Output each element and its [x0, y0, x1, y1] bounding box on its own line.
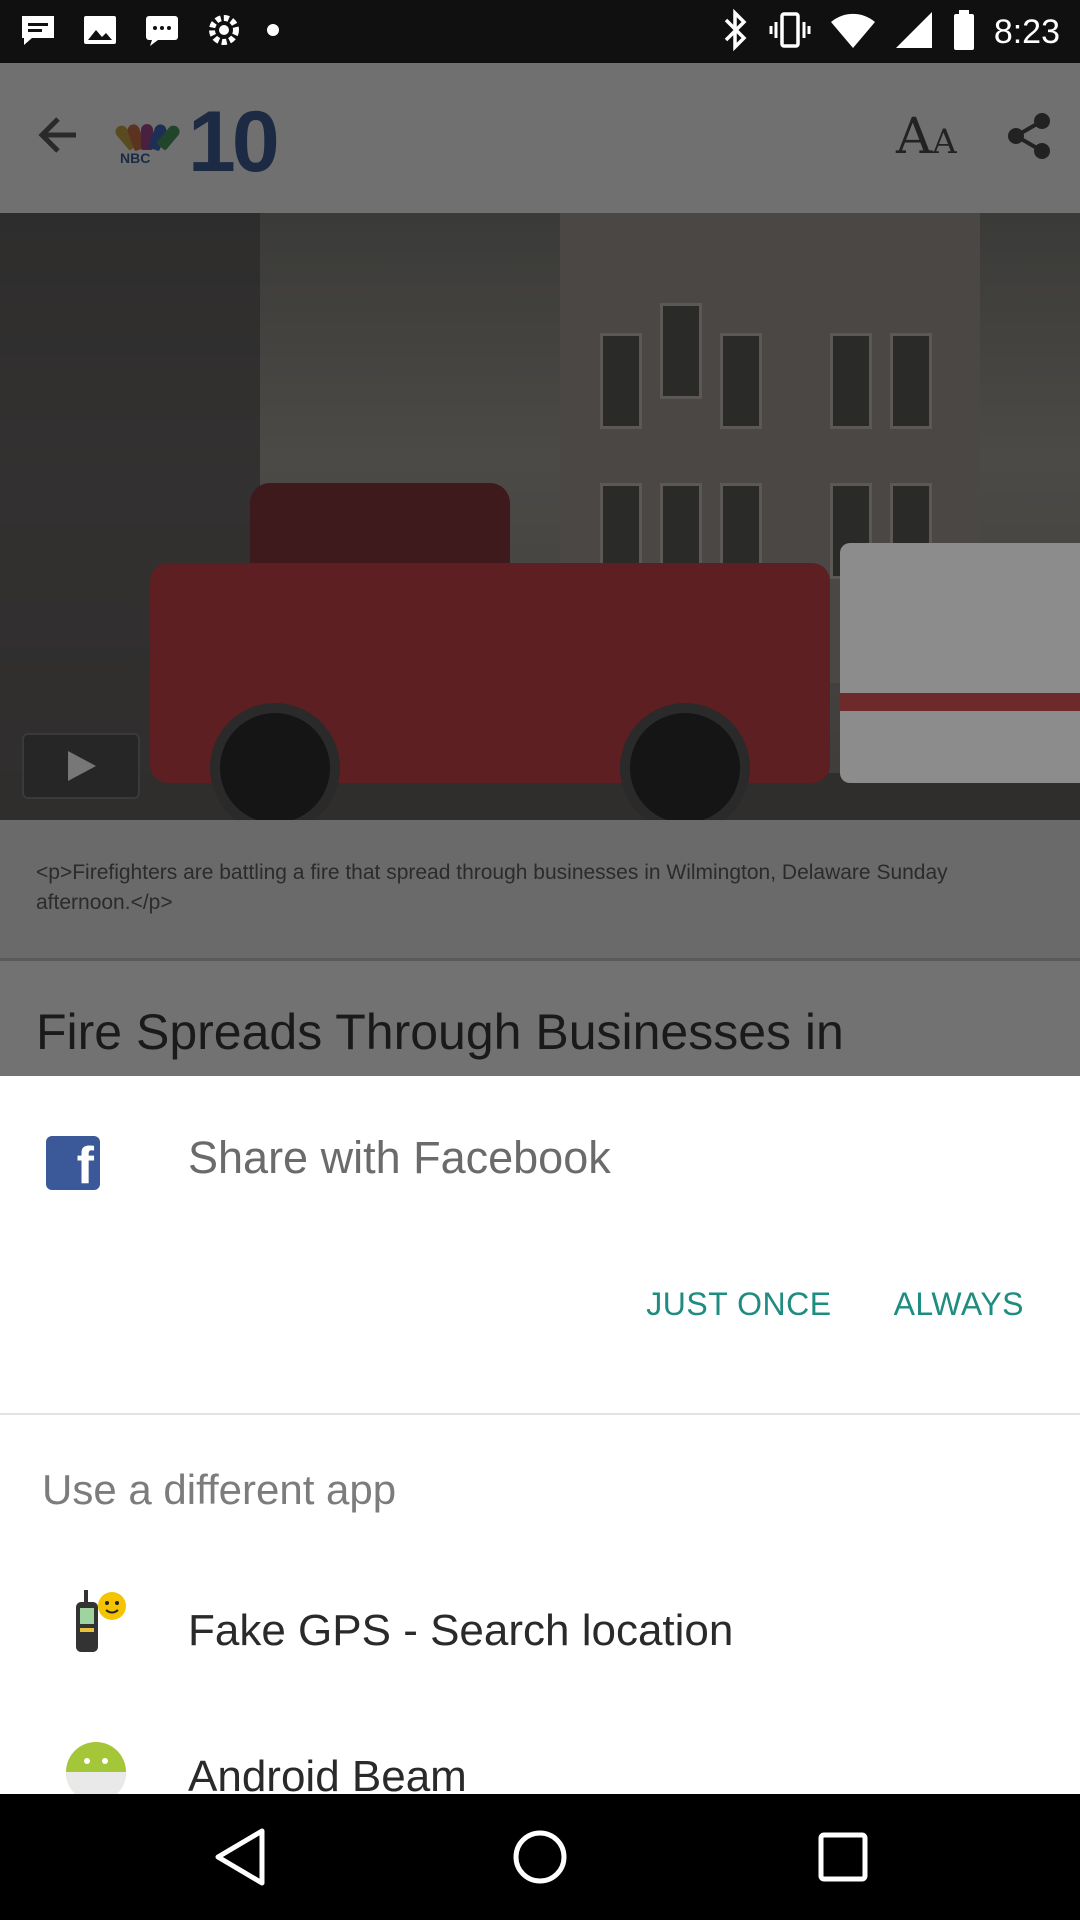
share-icon[interactable]	[1004, 111, 1054, 166]
bluetooth-icon	[720, 8, 750, 57]
just-once-button[interactable]: JUST ONCE	[630, 1274, 847, 1335]
article-hero-image[interactable]	[0, 213, 1080, 820]
app-item-fake-gps[interactable]: Fake GPS - Search location	[0, 1566, 1080, 1706]
play-icon	[68, 751, 96, 781]
recents-square-icon	[815, 1829, 871, 1890]
article-headline: Fire Spreads Through Businesses in Downt…	[36, 1004, 844, 1076]
app-item-label: Android Beam	[188, 1752, 467, 1794]
video-play-button[interactable]	[22, 733, 140, 799]
wifi-icon	[830, 10, 876, 55]
android-icon	[66, 1742, 126, 1794]
app-item-android-beam[interactable]: Android Beam	[0, 1712, 1080, 1794]
logo-small-text: NBC	[120, 150, 151, 166]
system-icons: 8:23	[720, 8, 1060, 57]
clock: 8:23	[993, 13, 1060, 51]
font-size-icon[interactable]: AA	[896, 107, 957, 165]
nbc10-logo: NBC 10	[113, 94, 280, 190]
facebook-icon: f	[46, 1136, 100, 1195]
battery-icon	[952, 8, 976, 57]
share-title: Share with Facebook	[188, 1132, 611, 1183]
status-bar: 8:23	[0, 0, 1080, 63]
home-circle-icon	[510, 1827, 570, 1892]
dot-icon	[266, 23, 280, 42]
article-caption: <p>Firefighters are battling a fire that…	[0, 820, 1080, 960]
caption-text: <p>Firefighters are battling a fire that…	[36, 861, 948, 914]
divider	[0, 1413, 1080, 1415]
app-item-label: Fake GPS - Search location	[188, 1606, 734, 1655]
vibrate-icon	[768, 8, 812, 57]
message-icon	[142, 10, 182, 55]
chat-icon	[18, 10, 58, 55]
home-button[interactable]	[505, 1824, 575, 1894]
recents-button[interactable]	[808, 1824, 878, 1894]
back-button[interactable]	[205, 1824, 275, 1894]
navigation-bar	[0, 1794, 1080, 1920]
back-arrow-icon[interactable]	[30, 107, 86, 168]
article-headline-container: Fire Spreads Through Businesses in Downt…	[0, 961, 1080, 1076]
logo-number: 10	[188, 94, 280, 190]
always-button[interactable]: ALWAYS	[878, 1274, 1040, 1335]
signal-icon	[894, 10, 934, 55]
app-header: NBC 10 AA	[0, 63, 1080, 213]
different-app-heading: Use a different app	[42, 1466, 397, 1513]
image-icon	[80, 10, 120, 55]
gps-device-icon	[66, 1588, 130, 1658]
peacock-icon: NBC	[113, 122, 182, 166]
back-triangle-icon	[212, 1827, 268, 1892]
notification-icons	[18, 10, 280, 55]
choice-buttons: JUST ONCE ALWAYS	[630, 1274, 1040, 1335]
share-bottom-sheet: f Share with Facebook JUST ONCE ALWAYS U…	[0, 1076, 1080, 1794]
settings-icon	[204, 10, 244, 55]
